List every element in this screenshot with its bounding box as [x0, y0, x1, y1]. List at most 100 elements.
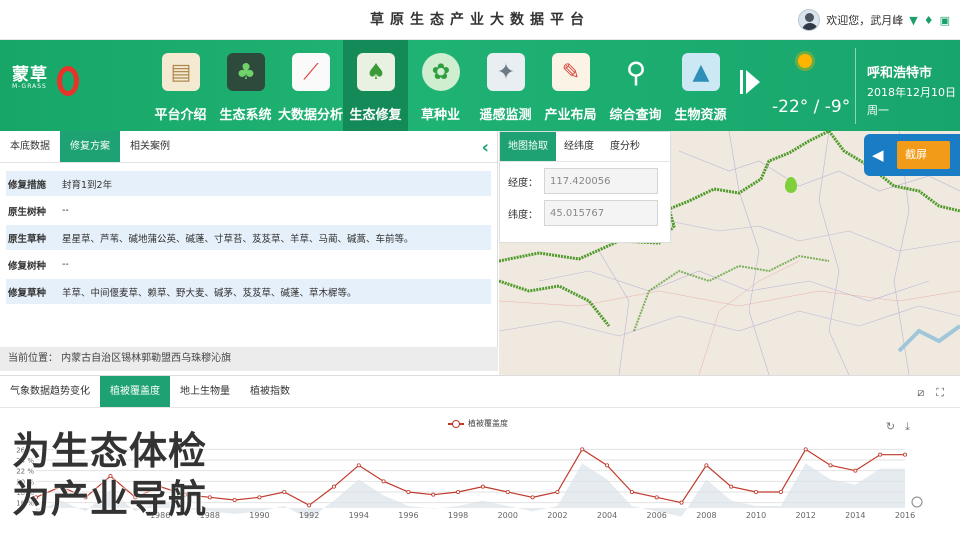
restoration-tabs: 本底数据 修复方案 相关案例 ‹ — [0, 131, 497, 163]
data-point[interactable] — [679, 500, 684, 505]
logo: 蒙草 M-GRASS — [12, 60, 82, 110]
data-point[interactable] — [356, 463, 361, 468]
nav-label: 遥感监测 — [479, 108, 532, 123]
data-point[interactable] — [232, 498, 237, 503]
current-location: 当前位置： 内蒙古自治区锡林郭勒盟西乌珠穆沁旗 — [0, 347, 498, 371]
tab-lat-lon[interactable]: 经纬度 — [556, 132, 602, 161]
row-key: 原生树种 — [8, 206, 47, 218]
device-icon[interactable]: ▣ — [940, 14, 950, 27]
collapse-left-icon[interactable]: ◀ — [872, 146, 884, 164]
logo-ring-icon — [57, 66, 79, 96]
nav-item-big-data[interactable]: ⟋ 大数据分析 — [278, 40, 343, 131]
latitude-label: 纬度： — [508, 209, 538, 221]
nav-item-remote-sensing[interactable]: ✦ 遥感监测 — [473, 40, 538, 131]
nav-item-industry-layout[interactable]: ✎ 产业布局 — [538, 40, 603, 131]
tab-vegetation-coverage[interactable]: 植被覆盖度 — [100, 376, 170, 407]
nav-label: 生态修复 — [349, 108, 402, 123]
tree-icon: ♠ — [357, 53, 395, 91]
data-point[interactable] — [778, 490, 783, 495]
data-point[interactable] — [654, 495, 659, 500]
refresh-icon[interactable]: ↻ — [886, 420, 895, 434]
table-row: 原生树种 -- — [6, 198, 491, 223]
data-point[interactable] — [803, 447, 808, 452]
filter-icon[interactable]: ▼ — [909, 14, 917, 27]
data-point[interactable] — [431, 492, 436, 497]
chart-legend[interactable]: 植被覆盖度 — [448, 418, 508, 429]
data-point[interactable] — [903, 452, 908, 457]
zoom-handle-icon[interactable] — [911, 496, 923, 508]
main-nav: 蒙草 M-GRASS ▤ 平台介绍 ♣ 生态系统 ⟋ 大数据分析 ♠ 生态修复 … — [0, 40, 960, 131]
row-key: 修复措施 — [8, 179, 47, 191]
data-point[interactable] — [480, 484, 485, 489]
nav-label: 大数据分析 — [278, 108, 344, 123]
user-avatar[interactable] — [798, 9, 821, 31]
play-icon[interactable] — [740, 70, 760, 94]
nav-item-seed-industry[interactable]: ✿ 草种业 — [408, 40, 473, 131]
chevron-left-icon[interactable]: ‹ — [482, 137, 489, 158]
data-point[interactable] — [629, 490, 634, 495]
restoration-panel: 本底数据 修复方案 相关案例 ‹ 修复措施 封育1到2年 原生树种 -- 原生草… — [0, 131, 498, 371]
x-tick-label: 2014 — [845, 511, 865, 520]
edit-icon[interactable]: ⧄ — [917, 386, 924, 400]
table-row: 原生草种 星星草、芦苇、碱地蒲公英、碱蓬、寸草苔、芨芨草、羊草、马蔺、碱蒿、车前… — [6, 225, 491, 250]
tab-related-cases[interactable]: 相关案例 — [120, 131, 180, 162]
data-point[interactable] — [878, 452, 883, 457]
data-point[interactable] — [331, 484, 336, 489]
data-point[interactable] — [530, 495, 535, 500]
data-point[interactable] — [505, 490, 510, 495]
data-point[interactable] — [605, 463, 610, 468]
tab-restoration-plan[interactable]: 修复方案 — [60, 131, 120, 162]
row-key: 原生草种 — [8, 233, 47, 245]
tab-dms[interactable]: 度分秒 — [602, 132, 648, 161]
divider — [855, 48, 856, 124]
x-tick-label: 2012 — [796, 511, 816, 520]
x-tick-label: 2010 — [746, 511, 766, 520]
nav-item-query[interactable]: ⚲ 综合查询 — [603, 40, 668, 131]
data-point[interactable] — [456, 490, 461, 495]
x-tick-label: 1990 — [249, 511, 269, 520]
top-bar: 草原生态产业大数据平台 欢迎您，武月峰 ▼ ♦ ▣ — [0, 0, 960, 40]
longitude-input[interactable] — [544, 168, 658, 194]
x-tick-label: 2002 — [547, 511, 567, 520]
longitude-label: 经度： — [508, 177, 538, 189]
fullscreen-icon[interactable]: ⛶ — [936, 386, 944, 400]
coordinate-tabs: 地图拾取 经纬度 度分秒 — [500, 132, 670, 162]
data-point[interactable] — [282, 490, 287, 495]
data-point[interactable] — [207, 495, 212, 500]
data-point[interactable] — [580, 447, 585, 452]
magnifier-icon: ⚲ — [625, 55, 647, 89]
data-point[interactable] — [754, 490, 759, 495]
nav-item-platform-intro[interactable]: ▤ 平台介绍 — [148, 40, 213, 131]
data-point[interactable] — [307, 503, 312, 508]
data-point[interactable] — [406, 490, 411, 495]
data-point[interactable] — [729, 484, 734, 489]
nav-item-eco-restoration[interactable]: ♠ 生态修复 — [343, 40, 408, 131]
restoration-rows: 修复措施 封育1到2年 原生树种 -- 原生草种 星星草、芦苇、碱地蒲公英、碱蓬… — [6, 171, 491, 304]
tab-baseline-data[interactable]: 本底数据 — [0, 131, 60, 162]
data-point[interactable] — [555, 490, 560, 495]
latitude-input[interactable] — [544, 200, 658, 226]
x-tick-label: 1996 — [398, 511, 418, 520]
nav-label: 草种业 — [420, 108, 460, 123]
download-icon[interactable]: ⤓ — [905, 420, 910, 434]
data-point[interactable] — [257, 495, 262, 500]
temperature: -22° / -9° — [772, 97, 851, 117]
row-key: 修复草种 — [8, 287, 47, 299]
tab-map-pick[interactable]: 地图拾取 — [500, 132, 556, 161]
tab-vegetation-index[interactable]: 植被指数 — [240, 376, 300, 407]
nav-item-bio-resources[interactable]: ▲ 生物资源 — [668, 40, 733, 131]
data-point[interactable] — [704, 463, 709, 468]
screenshot-button[interactable]: 截屏 — [897, 141, 950, 169]
map-pin-icon[interactable] — [785, 177, 797, 193]
nav-item-ecosystem[interactable]: ♣ 生态系统 — [213, 40, 278, 131]
tab-biomass[interactable]: 地上生物量 — [170, 376, 240, 407]
data-point[interactable] — [828, 463, 833, 468]
data-point[interactable] — [853, 468, 858, 473]
nav-label: 综合查询 — [609, 108, 662, 123]
trend-tabs: 气象数据趋势变化 植被覆盖度 地上生物量 植被指数 — [0, 376, 960, 408]
tab-weather-trend[interactable]: 气象数据趋势变化 — [0, 376, 100, 407]
shirt-icon[interactable]: ♦ — [924, 14, 934, 27]
scroll-icon: ▤ — [162, 53, 200, 91]
data-point[interactable] — [381, 479, 386, 484]
table-row: 修复措施 封育1到2年 — [6, 171, 491, 196]
